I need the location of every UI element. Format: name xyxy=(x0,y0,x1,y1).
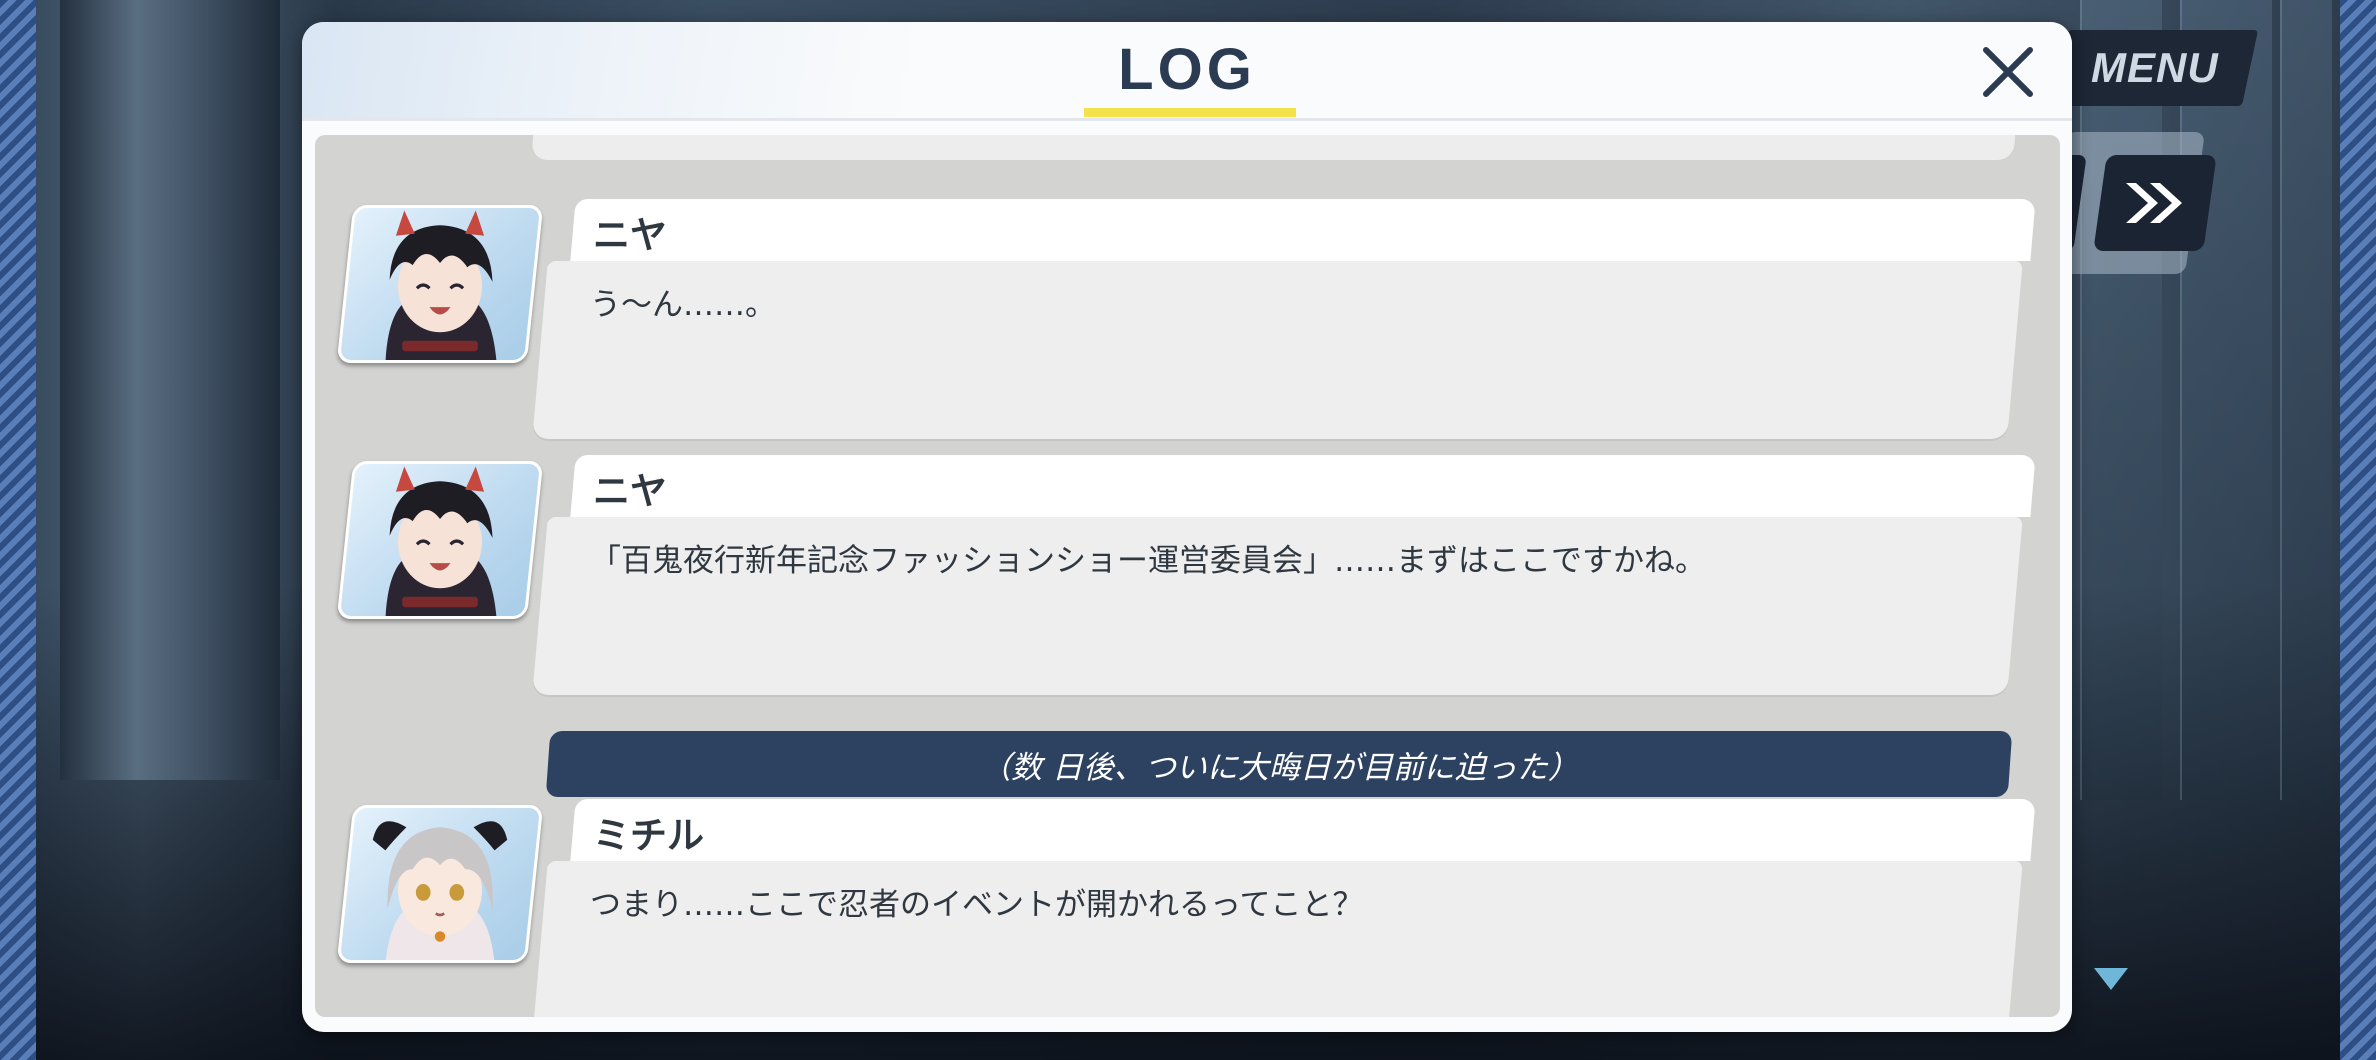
speaker-name: ニヤ xyxy=(593,214,667,257)
dialogue-text: 「百鬼夜行新年記念ファッションショー運営委員会」……まずはここですかね。 xyxy=(590,543,1706,579)
avatar-michiru xyxy=(336,805,544,963)
speaker-name: ミチル xyxy=(593,814,704,857)
speaker-name-bar xyxy=(570,799,2036,861)
chevron-down-icon xyxy=(2094,968,2128,990)
background-glass-panel xyxy=(2180,0,2272,800)
log-window: LOG ニヤ う〜ん……。 ニヤ 「百鬼夜行新年記念ファッションショー運営委員会… xyxy=(302,22,2072,1032)
log-title: LOG xyxy=(1118,37,1256,102)
log-entry: ニヤ 「百鬼夜行新年記念ファッションショー運営委員会」……まずはここですかね。 xyxy=(315,455,2060,695)
narration-text: （数 日後、ついに大晦日が目前に迫った） xyxy=(979,749,1579,786)
speaker-name-bar xyxy=(570,455,2036,517)
fast-forward-icon xyxy=(2126,183,2182,223)
menu-button[interactable]: MENU xyxy=(2051,30,2259,106)
log-title-underline xyxy=(1084,108,1296,117)
log-entry: ニヤ う〜ん……。 xyxy=(315,199,2060,439)
narration-banner: （数 日後、ついに大晦日が目前に迫った） xyxy=(545,731,2013,797)
avatar-niya xyxy=(336,461,544,619)
left-border-stripe xyxy=(0,0,36,1060)
menu-button-label: MENU xyxy=(2091,44,2219,91)
background-glass-panel xyxy=(2080,0,2162,800)
dialogue-text: う〜ん……。 xyxy=(590,287,776,323)
log-entry: ミチル つまり……ここで忍者のイベントが開かれるってこと？ xyxy=(315,799,2060,1017)
speaker-name: ニヤ xyxy=(593,470,667,513)
right-border-stripe xyxy=(2340,0,2376,1060)
speaker-name-bar xyxy=(570,199,2036,261)
avatar-niya xyxy=(336,205,544,363)
background-pillar xyxy=(60,0,280,780)
background-glass-panel xyxy=(2280,0,2332,800)
log-scroll-area[interactable]: ニヤ う〜ん……。 ニヤ 「百鬼夜行新年記念ファッションショー運営委員会」……ま… xyxy=(315,135,2060,1017)
close-icon xyxy=(1983,47,2033,97)
dialogue-text: つまり……ここで忍者のイベントが開かれるってこと？ xyxy=(590,887,1364,923)
log-header: LOG xyxy=(302,22,2072,121)
previous-entry-bubble xyxy=(531,135,2017,160)
close-button[interactable] xyxy=(1978,42,2038,102)
fast-forward-button[interactable] xyxy=(2093,155,2217,251)
